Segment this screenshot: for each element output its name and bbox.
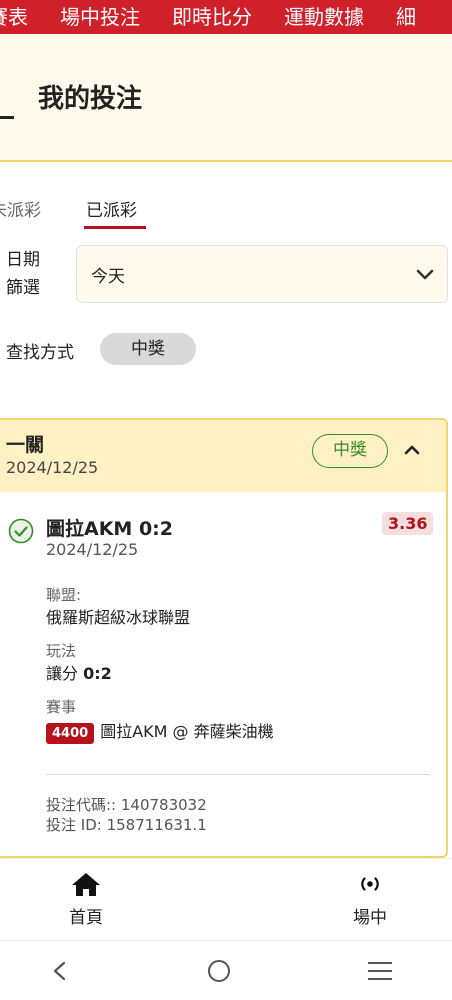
event-name[interactable]: 圖拉AKM @ 奔薩柴油機 xyxy=(100,722,273,741)
market-line: 0:2 xyxy=(83,664,112,683)
top-nav-tab-schedule[interactable]: 賽表 xyxy=(0,0,28,34)
bet-card-header[interactable]: 一關 2024/12/25 中獎 xyxy=(0,420,446,492)
event-row: 4400 圖拉AKM @ 奔薩柴油機 xyxy=(46,718,274,744)
bottom-nav-live-label: 場中 xyxy=(353,908,387,928)
tab-unsettled[interactable]: 未派彩 xyxy=(0,196,41,221)
top-nav: 賽表 場中投注 即時比分 運動數據 細 xyxy=(0,0,452,34)
system-nav-bar xyxy=(0,940,452,1000)
date-filter-label: 日期 篩選 xyxy=(6,246,40,302)
event-label: 賽事 xyxy=(46,698,77,716)
divider xyxy=(46,774,430,775)
home-circle-icon[interactable] xyxy=(205,959,233,983)
bet-status-tabs: 未派彩 已派彩 xyxy=(0,192,452,232)
odds-badge: 3.36 xyxy=(382,512,434,535)
market-label: 玩法 xyxy=(46,642,77,660)
selection-title: 圖拉AKM 0:2 xyxy=(46,518,173,540)
home-icon xyxy=(72,873,100,896)
date-filter-label-line2: 篩選 xyxy=(6,278,40,298)
top-nav-tab-more[interactable]: 細 xyxy=(396,0,416,34)
bet-code: 投注代碼:: 140783032 xyxy=(46,796,207,814)
chevron-up-icon[interactable] xyxy=(402,440,422,460)
top-nav-tabs: 賽表 場中投注 即時比分 運動數據 細 xyxy=(0,0,448,34)
bottom-nav-live[interactable]: 場中 xyxy=(342,869,398,928)
back-chevron-icon[interactable] xyxy=(46,959,74,983)
top-nav-tab-inplay[interactable]: 場中投注 xyxy=(60,0,140,34)
event-id-badge: 4400 xyxy=(46,723,95,744)
league-value: 俄羅斯超級冰球聯盟 xyxy=(46,608,191,627)
bottom-nav-home-label: 首頁 xyxy=(69,908,103,928)
bet-id: 投注 ID: 158711631.1 xyxy=(46,816,207,834)
top-nav-tab-stats[interactable]: 運動數據 xyxy=(284,0,364,34)
bottom-nav-home[interactable]: 首頁 xyxy=(58,869,114,928)
bet-type: 一關 xyxy=(6,434,45,456)
page-header: 我的投注 xyxy=(0,34,452,162)
bottom-nav: 首頁 場中 xyxy=(0,858,452,940)
bet-card: 一關 2024/12/25 中獎 圖拉AKM 0:2 2024/12/25 3.… xyxy=(0,418,448,858)
date-filter-label-line1: 日期 xyxy=(6,250,40,270)
status-badge: 中獎 xyxy=(312,434,388,468)
check-circle-icon xyxy=(8,518,34,544)
top-nav-tab-livescore[interactable]: 即時比分 xyxy=(172,0,252,34)
selection-date: 2024/12/25 xyxy=(46,540,139,559)
win-filter-chip[interactable]: 中獎 xyxy=(100,333,196,365)
bet-date: 2024/12/25 xyxy=(6,458,99,477)
date-filter-value: 今天 xyxy=(91,267,125,287)
active-tab-indicator xyxy=(84,226,146,229)
tab-settled[interactable]: 已派彩 xyxy=(86,196,137,221)
back-dash-icon[interactable] xyxy=(0,116,14,119)
search-by-label: 查找方式 xyxy=(6,343,74,363)
recents-menu-icon[interactable] xyxy=(366,959,394,983)
date-filter-select[interactable]: 今天 xyxy=(76,245,448,303)
broadcast-icon xyxy=(361,877,379,891)
market-prefix: 讓分 xyxy=(46,664,79,683)
chevron-down-icon xyxy=(416,269,434,280)
market-value: 讓分 0:2 xyxy=(46,660,112,684)
page-title: 我的投注 xyxy=(38,84,143,114)
league-label: 聯盟: xyxy=(46,586,82,604)
